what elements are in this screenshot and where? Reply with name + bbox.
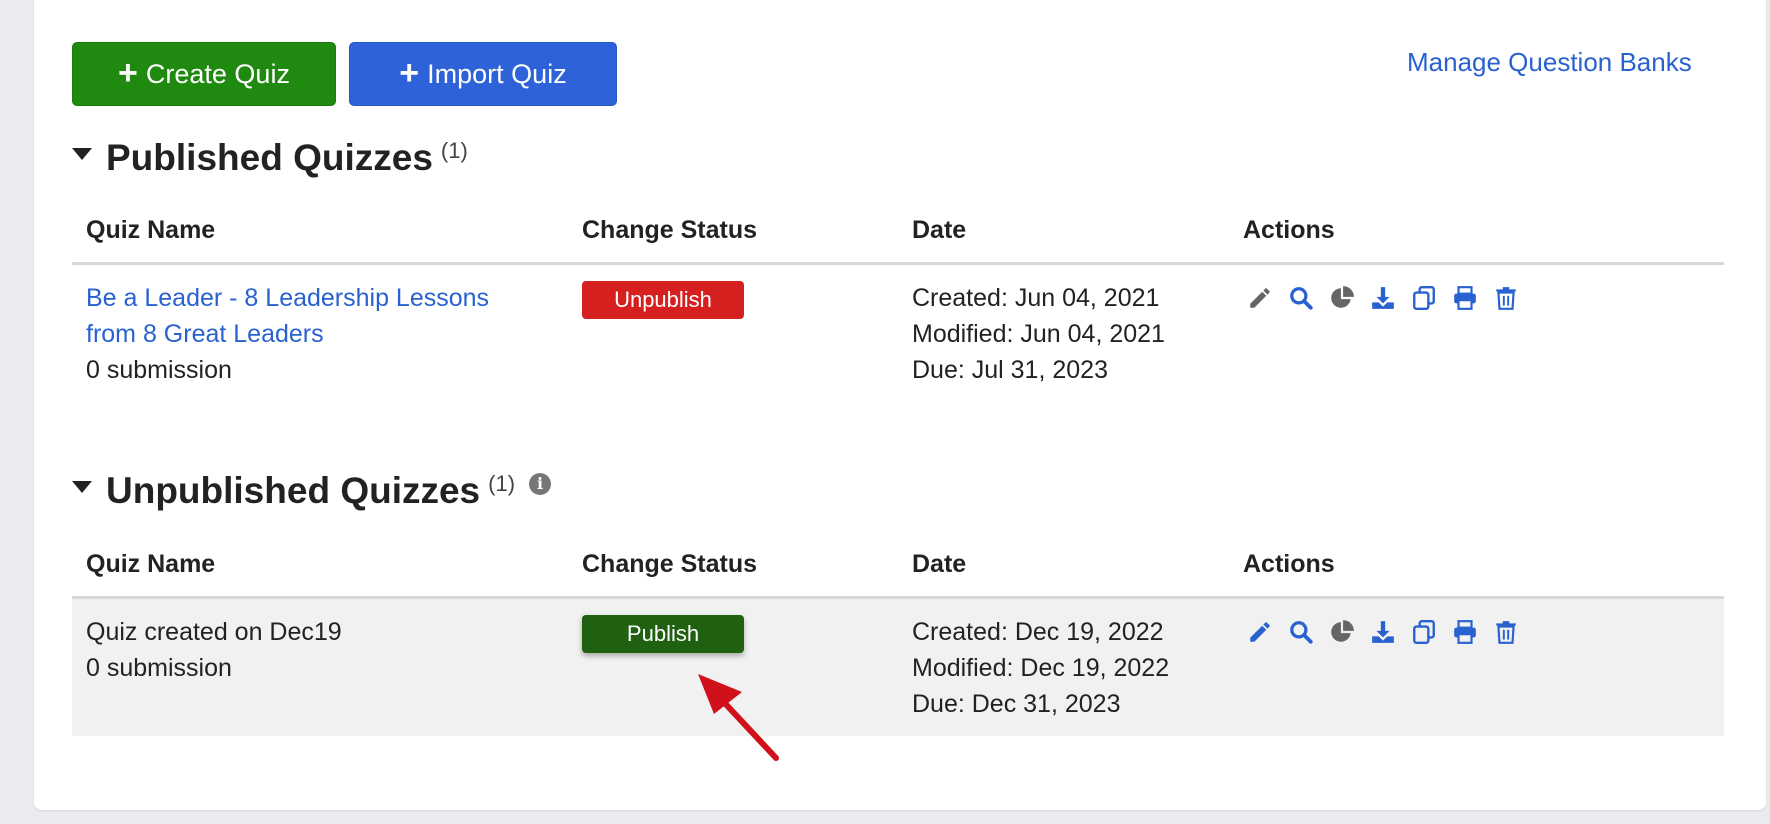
date-cell: Created: Jun 04, 2021 Modified: Jun 04, …: [912, 280, 1165, 388]
unpublish-button[interactable]: Unpublish: [582, 281, 744, 319]
quiz-title-line2[interactable]: from 8 Great Leaders: [86, 320, 324, 348]
quiz-title: Quiz created on Dec19: [86, 618, 342, 646]
created-date: Created: Jun 04, 2021: [912, 284, 1160, 312]
plus-icon: +: [118, 53, 138, 92]
caret-down-icon[interactable]: [72, 148, 92, 160]
download-icon[interactable]: [1368, 283, 1398, 313]
column-header-change-status: Change Status: [582, 216, 758, 244]
pencil-icon[interactable]: [1245, 283, 1275, 313]
plus-icon: +: [399, 53, 420, 92]
quiz-name-cell: Quiz created on Dec19 0 submission: [86, 614, 342, 686]
search-icon[interactable]: [1286, 617, 1316, 647]
published-section-header[interactable]: Published Quizzes (1): [72, 137, 468, 179]
publish-button[interactable]: Publish: [582, 615, 744, 653]
published-title: Published Quizzes: [106, 137, 433, 178]
copy-icon[interactable]: [1409, 617, 1439, 647]
unpublished-count: (1): [488, 471, 516, 496]
column-header-actions: Actions: [1243, 550, 1335, 578]
actions-cell: [1245, 283, 1521, 313]
import-quiz-label: Import Quiz: [427, 58, 567, 89]
info-icon[interactable]: i: [529, 472, 552, 495]
quiz-title-line1[interactable]: Be a Leader - 8 Leadership Lessons: [86, 284, 489, 312]
due-date: Due: Dec 31, 2023: [912, 690, 1121, 718]
search-icon[interactable]: [1286, 283, 1316, 313]
column-header-date: Date: [912, 550, 967, 578]
column-header-change-status: Change Status: [582, 550, 758, 578]
published-count: (1): [440, 138, 468, 163]
actions-cell: [1245, 617, 1521, 647]
print-icon[interactable]: [1450, 617, 1480, 647]
column-header-actions: Actions: [1243, 216, 1335, 244]
trash-icon[interactable]: [1491, 283, 1521, 313]
caret-down-icon[interactable]: [72, 481, 92, 493]
pie-chart-icon[interactable]: [1327, 283, 1357, 313]
table-header-divider: [72, 262, 1724, 265]
download-icon[interactable]: [1368, 617, 1398, 647]
unpublished-section-header[interactable]: Unpublished Quizzes (1) i: [72, 470, 552, 512]
manage-question-banks-link[interactable]: Manage Question Banks: [1407, 47, 1692, 78]
due-date: Due: Jul 31, 2023: [912, 356, 1108, 384]
import-quiz-button[interactable]: + Import Quiz: [349, 42, 617, 106]
annotation-arrow-icon: [698, 674, 779, 761]
copy-icon[interactable]: [1409, 283, 1439, 313]
create-quiz-button[interactable]: + Create Quiz: [72, 42, 336, 106]
created-date: Created: Dec 19, 2022: [912, 618, 1164, 646]
pencil-icon[interactable]: [1245, 617, 1275, 647]
submission-count: 0 submission: [86, 654, 232, 682]
column-header-date: Date: [912, 216, 967, 244]
column-header-quiz-name: Quiz Name: [86, 216, 216, 244]
quiz-title-link[interactable]: Be a Leader - 8 Leadership Lessons from …: [86, 280, 489, 352]
submission-count: 0 submission: [86, 356, 232, 384]
modified-date: Modified: Dec 19, 2022: [912, 654, 1170, 682]
trash-icon[interactable]: [1491, 617, 1521, 647]
column-header-quiz-name: Quiz Name: [86, 550, 216, 578]
date-cell: Created: Dec 19, 2022 Modified: Dec 19, …: [912, 614, 1169, 722]
pie-chart-icon[interactable]: [1327, 617, 1357, 647]
create-quiz-label: Create Quiz: [145, 58, 290, 89]
print-icon[interactable]: [1450, 283, 1480, 313]
unpublished-title: Unpublished Quizzes: [106, 470, 481, 511]
quiz-name-cell: Be a Leader - 8 Leadership Lessons from …: [86, 280, 489, 388]
modified-date: Modified: Jun 04, 2021: [912, 320, 1165, 348]
